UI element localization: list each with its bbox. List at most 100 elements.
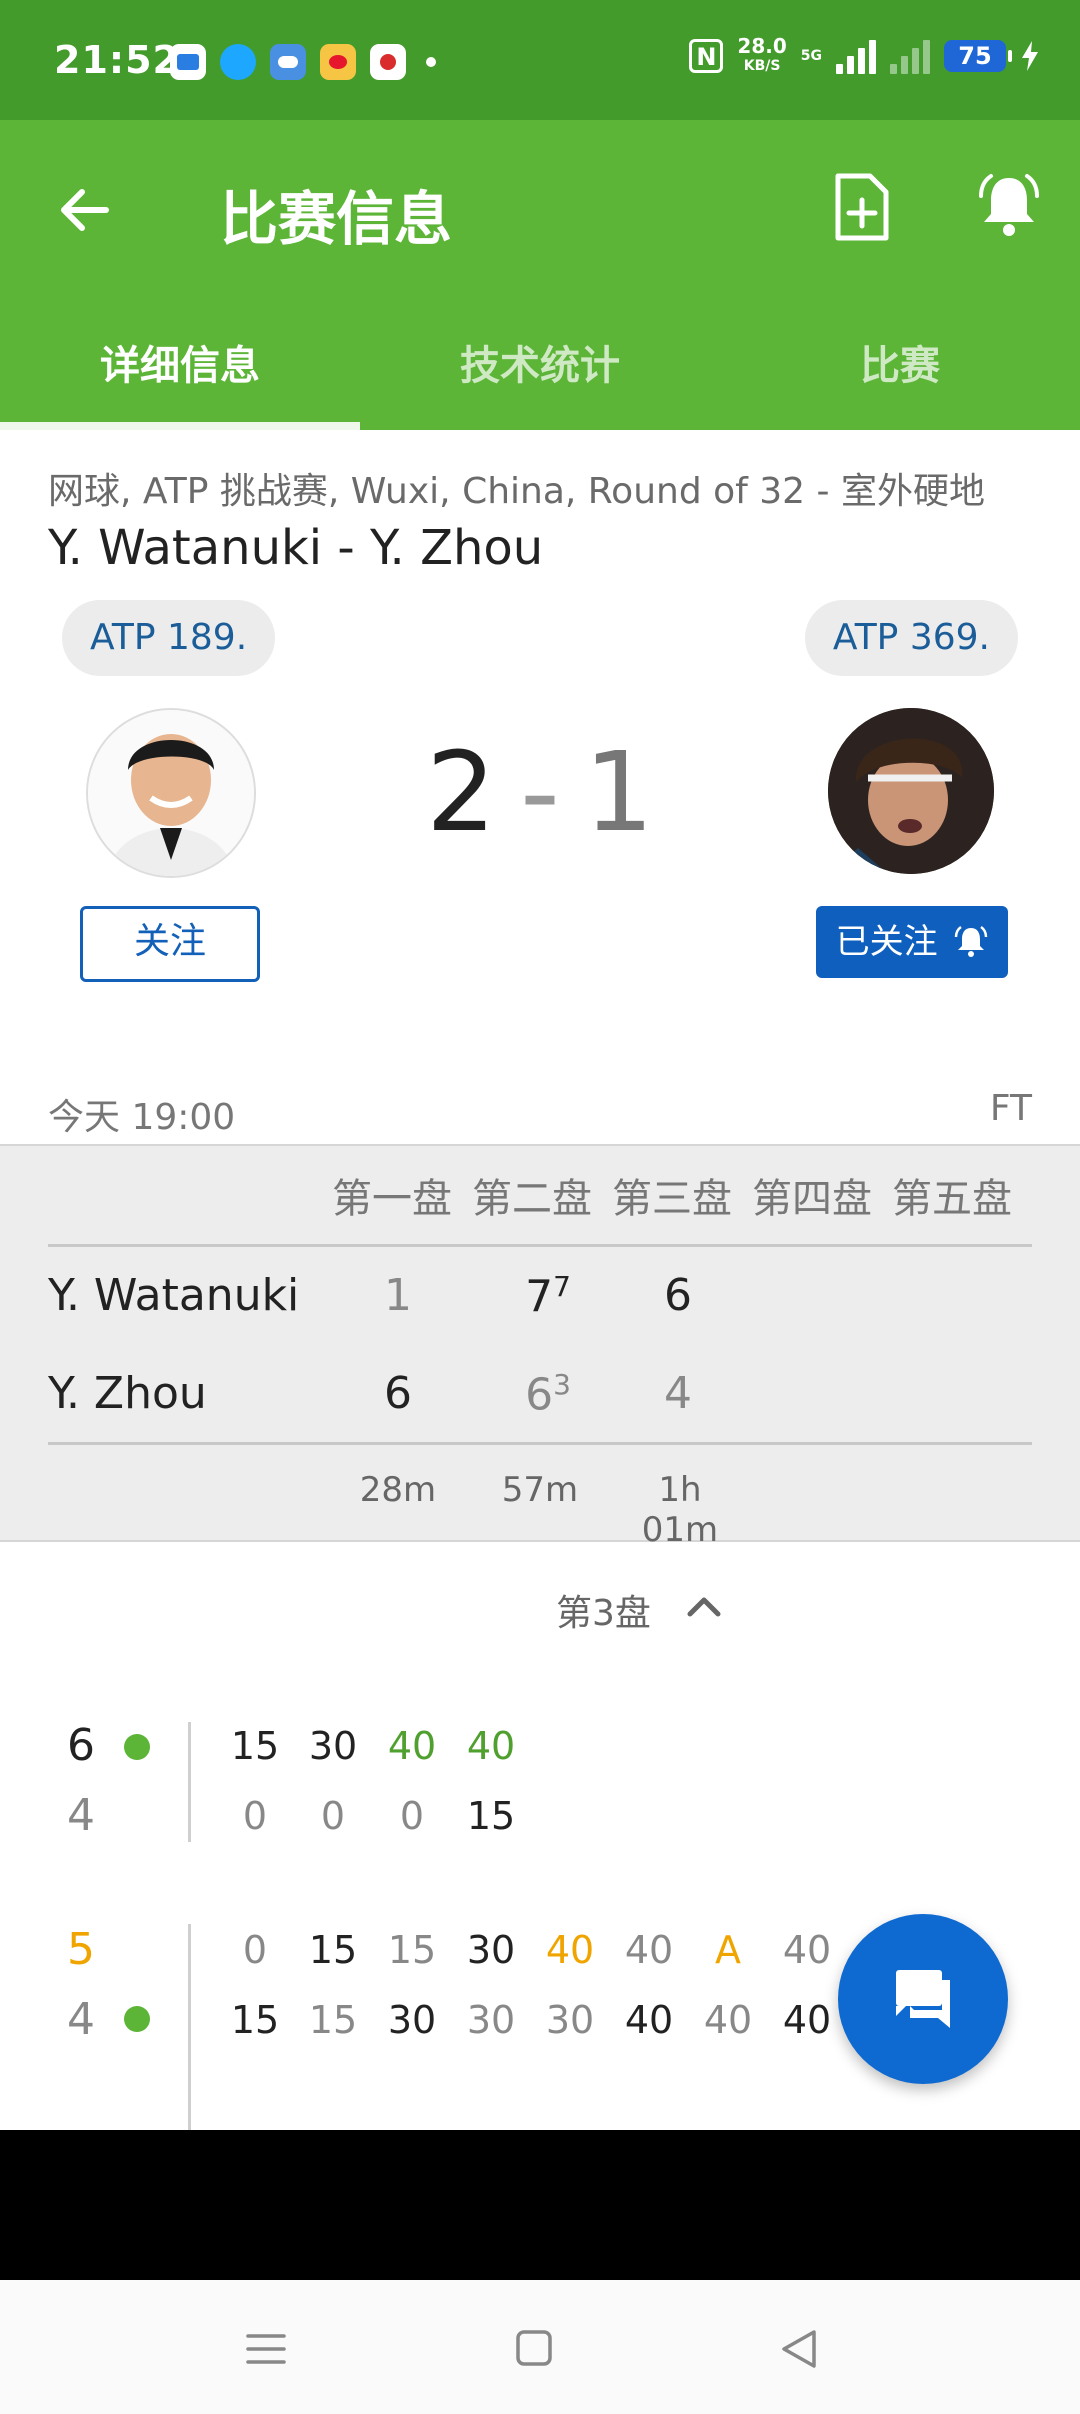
set-header: 第一盘 <box>332 1176 452 1222</box>
set-score-cell: 6 <box>384 1368 412 1419</box>
app-blue-icon <box>170 44 206 80</box>
point-score: 40 <box>782 1928 832 1972</box>
weibo-icon <box>320 44 356 80</box>
weather-icon <box>270 44 306 80</box>
match-players-title: Y. Watanuki - Y. Zhou <box>48 520 544 576</box>
signal-icon <box>836 38 876 74</box>
tab-matches[interactable]: 比赛 <box>720 310 1080 430</box>
point-score: 0 <box>399 1794 425 1838</box>
match-time: 今天 19:00 <box>48 1097 236 1138</box>
divider <box>48 1244 1032 1247</box>
point-score: 15 <box>230 1724 280 1768</box>
away-rank-badge[interactable]: ATP 369. <box>804 600 1018 676</box>
point-score: 0 <box>242 1928 268 1972</box>
set-score-cell: 4 <box>664 1368 692 1419</box>
tab-bar: 详细信息 技术统计 比赛 <box>0 310 1080 430</box>
match-meta: 网球, ATP 挑战赛, Wuxi, China, Round of 32 - … <box>48 471 985 512</box>
set-duration: 57m <box>501 1470 579 1510</box>
net-speed-value: 28.0 <box>737 34 787 58</box>
tiebreak-score: 7 <box>553 1270 571 1303</box>
add-document-icon[interactable] <box>830 172 894 242</box>
point-score: 40 <box>545 1928 595 1972</box>
more-notifications-icon <box>426 57 436 67</box>
serve-indicator <box>124 2006 150 2032</box>
point-score: 40 <box>387 1724 437 1768</box>
point-score: 0 <box>320 1794 346 1838</box>
away-game-count: 4 <box>67 1994 95 2045</box>
away-game-count: 4 <box>67 1790 95 1841</box>
tiebreak-score: 3 <box>553 1368 571 1401</box>
point-score: 30 <box>545 1998 595 2042</box>
home-rank-badge[interactable]: ATP 189. <box>62 600 276 676</box>
set-row-player: Y. Zhou <box>48 1368 207 1419</box>
point-score: 40 <box>624 1928 674 1972</box>
home-game-count: 6 <box>67 1720 95 1771</box>
set-duration: 1h 01m <box>641 1470 719 1550</box>
menu-icon[interactable] <box>236 2324 296 2374</box>
app-bar: 比赛信息 详细信息 技术统计 比赛 <box>0 120 1080 430</box>
point-score: 30 <box>308 1724 358 1768</box>
away-score: 1 <box>583 728 654 856</box>
point-score: 40 <box>703 1998 753 2042</box>
net-speed-unit: KB/S <box>743 58 781 74</box>
back-arrow-icon[interactable] <box>54 180 114 240</box>
news-icon <box>370 44 406 80</box>
set-header: 第四盘 <box>752 1176 872 1222</box>
bell-ring-icon <box>955 925 988 957</box>
status-bar: 21:52 N 28.0 KB/S 5G 75 <box>0 0 1080 120</box>
back-icon[interactable] <box>770 2324 830 2374</box>
serve-indicator <box>124 1734 150 1760</box>
tab-statistics[interactable]: 技术统计 <box>360 310 720 430</box>
home-icon[interactable] <box>504 2324 564 2374</box>
divider <box>188 1924 191 2130</box>
point-score: 15 <box>387 1928 437 1972</box>
charging-icon <box>1022 41 1038 71</box>
set-header: 第五盘 <box>892 1176 1012 1222</box>
match-status: FT <box>989 1088 1032 1129</box>
point-score: 0 <box>242 1794 268 1838</box>
chat-icon <box>896 1970 950 2028</box>
point-score: A <box>715 1928 741 1972</box>
system-nav-bar <box>0 2280 1080 2414</box>
blank-area <box>0 2130 1080 2280</box>
score-separator: - <box>520 728 560 856</box>
nfc-icon: N <box>689 39 724 73</box>
home-score: 2 <box>426 728 497 856</box>
page-title: 比赛信息 <box>220 185 453 253</box>
point-score: 30 <box>466 1928 516 1972</box>
point-score: 40 <box>466 1724 516 1768</box>
chevron-up-icon[interactable] <box>684 1590 724 1620</box>
status-time: 21:52 <box>54 38 180 82</box>
point-score: 40 <box>782 1998 832 2042</box>
net-speed: 28.0 KB/S <box>737 36 786 76</box>
match-score: 2-1 <box>0 728 1080 856</box>
set-duration: 28m <box>359 1470 437 1510</box>
notification-icons <box>170 44 436 80</box>
chat-fab-button[interactable] <box>838 1914 1008 2084</box>
set-header: 第三盘 <box>612 1176 732 1222</box>
point-score: 40 <box>624 1998 674 2042</box>
point-score: 30 <box>387 1998 437 2042</box>
following-away-label: 已关注 <box>835 922 938 962</box>
qq-icon <box>220 44 256 80</box>
divider <box>188 1722 191 1842</box>
status-right: N 28.0 KB/S 5G 75 <box>689 36 1040 76</box>
set-score-value: 7 <box>525 1271 554 1323</box>
set-row-player: Y. Watanuki <box>48 1270 300 1321</box>
notification-bell-icon[interactable] <box>975 170 1043 240</box>
set-score-cell: 1 <box>384 1270 412 1321</box>
set-score-cell: 77 <box>508 1270 588 1323</box>
set-score-value: 6 <box>525 1369 554 1421</box>
point-score: 15 <box>308 1928 358 1972</box>
tab-details[interactable]: 详细信息 <box>0 310 360 430</box>
point-score: 30 <box>466 1998 516 2042</box>
set-selector[interactable]: 第3盘 <box>556 1584 651 1636</box>
divider <box>48 1442 1032 1445</box>
set-score-cell: 63 <box>508 1368 588 1421</box>
following-away-button[interactable]: 已关注 <box>816 906 1008 978</box>
point-score: 15 <box>230 1998 280 2042</box>
set-header: 第二盘 <box>472 1176 592 1222</box>
home-game-count: 5 <box>67 1924 95 1975</box>
set-score-cell: 6 <box>664 1270 692 1321</box>
follow-home-button[interactable]: 关注 <box>80 906 260 982</box>
